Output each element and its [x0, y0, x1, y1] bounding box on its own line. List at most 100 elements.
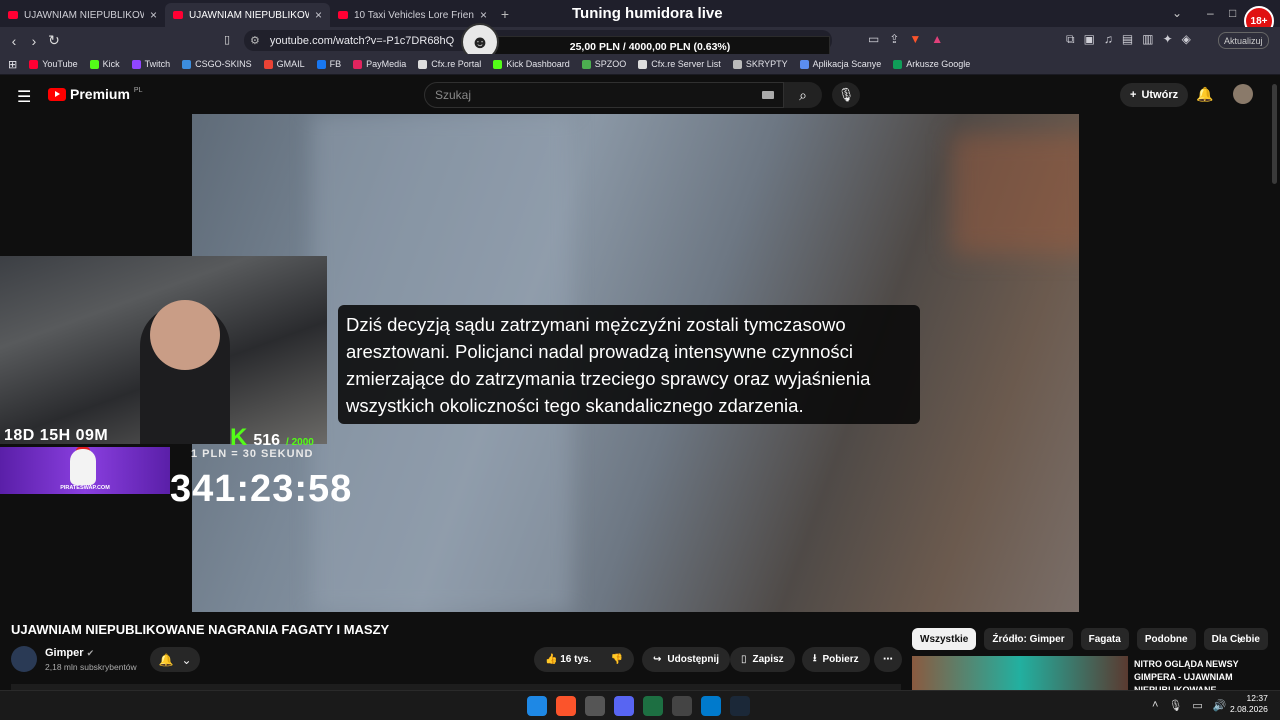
filter-chip[interactable]: Podobne: [1136, 628, 1196, 650]
steam-icon[interactable]: [730, 696, 750, 716]
share-button[interactable]: ↪ Udostępnij: [642, 647, 731, 672]
filter-chip[interactable]: Źródło: Gimper: [984, 628, 1073, 650]
download-icon: ⭳: [813, 653, 817, 664]
brave-browser-icon[interactable]: [556, 696, 576, 716]
recommended-thumbnail[interactable]: [912, 656, 1128, 690]
bookmark-favicon-icon: [89, 59, 99, 69]
logo-region: PL: [133, 86, 143, 94]
more-actions-button[interactable]: ⋯: [874, 647, 902, 672]
avatar[interactable]: [1233, 84, 1253, 104]
bookmark-item[interactable]: PayMedia: [353, 59, 406, 69]
tab-1[interactable]: UJAWNIAM NIEPUBLIKOWANE NAGR ×: [0, 3, 165, 27]
bookmark-item[interactable]: Twitch: [131, 59, 170, 69]
new-tab-button[interactable]: +: [495, 6, 515, 22]
bookmark-favicon-icon: [799, 59, 809, 69]
wallet-icon[interactable]: ▥: [1142, 32, 1153, 47]
excel-icon[interactable]: [643, 696, 663, 716]
filter-chip[interactable]: Wszystkie: [912, 628, 977, 650]
bookmark-item[interactable]: Kick: [89, 59, 120, 69]
save-button[interactable]: ▯ Zapisz: [730, 647, 795, 672]
filter-chip[interactable]: Fagata: [1080, 628, 1129, 650]
filter-chip[interactable]: Dla Ciebie: [1203, 628, 1268, 650]
bookmark-favicon-icon: [493, 59, 503, 69]
ai-icon[interactable]: ✦: [1163, 32, 1173, 47]
system-clock[interactable]: 12:37 2.08.2026: [1230, 693, 1268, 715]
maximize-icon[interactable]: □: [1229, 6, 1236, 20]
subathon-rate: 1 PLN = 30 SEKUND: [191, 448, 314, 460]
bookmark-label: Cfx.re Portal: [431, 59, 482, 69]
windows-start-icon[interactable]: [527, 696, 547, 716]
bookmark-icon[interactable]: ▯: [224, 33, 230, 46]
url-text: youtube.com/watch?v=-P1c7DR68hQ: [269, 34, 455, 47]
keyboard-icon[interactable]: [762, 91, 774, 99]
apps-grid-icon[interactable]: ⊞: [8, 58, 17, 71]
bookmark-item[interactable]: Cfx.re Server List: [638, 59, 721, 69]
site-info-icon[interactable]: ⚙: [250, 34, 260, 47]
bookmark-item[interactable]: SKRYPTY: [732, 59, 788, 69]
volume-icon[interactable]: 🔊: [1213, 699, 1227, 712]
share-icon: ↪: [653, 654, 662, 665]
menu-icon[interactable]: ☰: [17, 87, 31, 107]
bookmark-item[interactable]: CSGO-SKINS: [182, 59, 252, 69]
bookmark-favicon-icon: [418, 59, 428, 69]
channel-avatar[interactable]: [11, 646, 37, 672]
vscode-icon[interactable]: [701, 696, 721, 716]
brave-rewards-icon[interactable]: ▲: [931, 32, 943, 46]
bookmark-favicon-icon: [131, 59, 141, 69]
screenshot-icon[interactable]: ▣: [1084, 32, 1095, 47]
discord-icon[interactable]: [614, 696, 634, 716]
bookmark-item[interactable]: SPZOO: [581, 59, 626, 69]
tab-close-icon[interactable]: ×: [150, 8, 157, 22]
bookmark-item[interactable]: FB: [316, 59, 341, 69]
tab-close-icon[interactable]: ×: [480, 8, 487, 22]
cast-icon[interactable]: ▭: [868, 32, 879, 46]
vpn-icon[interactable]: ◈: [1182, 32, 1191, 47]
scrollbar[interactable]: [1272, 84, 1277, 184]
music-icon[interactable]: ♫: [1104, 32, 1113, 47]
tab-3[interactable]: 10 Taxi Vehicles Lore Friendly Cars G ×: [330, 3, 495, 27]
brave-shield-icon[interactable]: ▼: [909, 32, 921, 46]
bookmark-label: Kick: [102, 59, 120, 69]
notifications-bell-icon[interactable]: 🔔: [1196, 86, 1213, 103]
download-button[interactable]: ⭳ Pobierz: [802, 647, 870, 672]
bookmark-item[interactable]: Kick Dashboard: [493, 59, 570, 69]
tab-close-icon[interactable]: ×: [315, 8, 322, 22]
rooster-mascot-icon: [70, 449, 96, 485]
search-icon: ⌕: [799, 86, 807, 103]
sponsor-brand: PIRATESWAP.COM: [60, 485, 110, 491]
bookmark-favicon-icon: [316, 59, 326, 69]
recommended-title[interactable]: NITRO OGLĄDA NEWSY GIMPERA - UJAWNIAM NI…: [1134, 658, 1274, 690]
bookmark-item[interactable]: GMAIL: [263, 59, 305, 69]
minimize-icon[interactable]: –: [1207, 6, 1214, 20]
voice-search-button[interactable]: 🎙: [832, 82, 860, 108]
sidebar-icon[interactable]: ▤: [1122, 32, 1133, 47]
reload-icon[interactable]: ↻: [44, 32, 64, 49]
tab-list-chevron-icon[interactable]: ⌄: [1172, 6, 1182, 20]
app-icon[interactable]: [672, 696, 692, 716]
search-button[interactable]: ⌕: [784, 82, 822, 108]
video-title: UJAWNIAM NIEPUBLIKOWANE NAGRANIA FAGATY …: [11, 622, 390, 637]
like-button[interactable]: 👍 16 tys.: [545, 654, 591, 665]
search-input[interactable]: Szukaj: [424, 82, 784, 108]
update-button[interactable]: Aktualizuj: [1218, 32, 1269, 49]
youtube-logo[interactable]: Premium PL: [48, 86, 142, 102]
mic-icon[interactable]: 🎙: [1168, 699, 1182, 712]
share-icon[interactable]: ⇪: [889, 32, 899, 46]
back-icon[interactable]: ‹: [4, 33, 24, 49]
tray-chevron-icon[interactable]: ˄: [1152, 699, 1158, 712]
forward-icon[interactable]: ›: [24, 33, 44, 49]
create-button[interactable]: + Utwórz: [1120, 83, 1189, 107]
bookmark-item[interactable]: YouTube: [29, 59, 78, 69]
display-icon[interactable]: ▭: [1192, 699, 1202, 712]
chevron-right-icon[interactable]: ›: [1238, 632, 1242, 647]
dislike-icon[interactable]: 👎: [611, 654, 623, 665]
bookmark-item[interactable]: Arkusze Google: [893, 59, 970, 69]
bookmark-label: SKRYPTY: [745, 59, 788, 69]
bookmark-item[interactable]: Aplikacja Scanye: [799, 59, 881, 69]
tab-2[interactable]: UJAWNIAM NIEPUBLIKOWAN ×: [165, 3, 330, 27]
channel-name[interactable]: Gimper ✔: [45, 647, 94, 659]
extension-icon[interactable]: ⧉: [1066, 32, 1075, 47]
bookmark-item[interactable]: Cfx.re Portal: [418, 59, 481, 69]
subscribed-button[interactable]: 🔔 ⌄: [150, 647, 200, 672]
chrome-icon[interactable]: [585, 696, 605, 716]
